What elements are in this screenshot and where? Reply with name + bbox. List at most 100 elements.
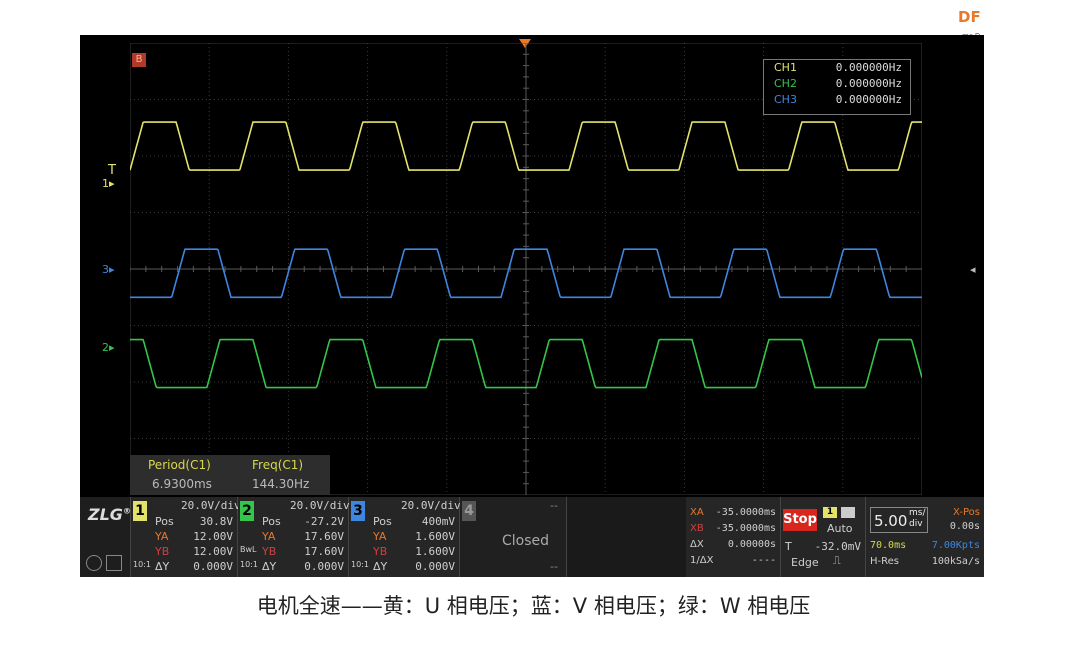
ch2-number: 2 xyxy=(240,501,254,521)
period-label: Period(C1) xyxy=(148,458,211,472)
screenshot-icon[interactable] xyxy=(106,555,122,571)
ch4-number: 4 xyxy=(462,501,476,521)
scroll-right-icon[interactable]: ◂ xyxy=(970,263,976,276)
ch1-probe: 10:1 xyxy=(133,560,151,569)
ch3-dy-label: ΔY xyxy=(373,560,388,573)
trigger-panel[interactable]: Stop 1 Auto T -32.0mV Edge ⎍ xyxy=(781,497,866,577)
freq-value: 0.000000Hz xyxy=(835,77,902,90)
freq-label: CH1 xyxy=(774,61,797,74)
ch3-yb-label: YB xyxy=(373,545,388,558)
freq-value: 144.30Hz xyxy=(252,477,310,491)
ch1-marker-label: 1 xyxy=(102,177,109,190)
ch2-dy-label: ΔY xyxy=(262,560,277,573)
trigger-t-label: T xyxy=(785,540,792,553)
inv-dx-label: 1/ΔX xyxy=(690,555,714,566)
ch2-yb-label: YB xyxy=(262,545,277,558)
ch2-ya-value: 17.60V xyxy=(304,530,344,543)
freq-label: CH3 xyxy=(774,93,797,106)
timebase-unit-top: ms/ xyxy=(909,508,926,518)
cursor-panel[interactable]: XA -35.0000ms XB -35.0000ms ΔX 0.00000s … xyxy=(686,497,781,577)
arrow-right-icon: ▸ xyxy=(109,177,115,190)
acq-mode: H-Res xyxy=(870,556,899,567)
ch4-status: Closed xyxy=(502,533,550,549)
freq-row-ch3: CH3 0.000000Hz xyxy=(764,92,910,108)
timebase-box[interactable]: 5.00 ms/ div xyxy=(870,507,928,533)
ch3-ya-label: YA xyxy=(373,530,387,543)
freq-label: CH2 xyxy=(774,77,797,90)
zlg-logo-icon: ZLG® xyxy=(88,505,131,524)
ch3-settings-panel[interactable]: 3 20.0V/div Pos 400mV YA 1.600V YB 1.600… xyxy=(349,497,461,577)
ch2-bwl: BwL xyxy=(240,545,257,554)
figure-caption: 电机全速——黄：U 相电压；蓝：V 相电压；绿：W 相电压 xyxy=(256,594,811,618)
ch1-yb-value: 12.00V xyxy=(193,545,233,558)
ch2-level-marker[interactable]: 2▸ xyxy=(102,341,115,354)
arrow-right-icon: ▸ xyxy=(109,263,115,276)
xb-value: -35.0000ms xyxy=(715,523,776,534)
run-stop-button[interactable]: Stop xyxy=(783,509,817,531)
dx-value: 0.00000s xyxy=(727,539,776,550)
xa-value: -35.0000ms xyxy=(715,507,776,518)
ch2-dy-value: 0.000V xyxy=(304,560,344,573)
watermark-logo: DF xyxy=(958,8,981,26)
freq-label: Freq(C1) xyxy=(252,458,304,472)
ch3-ya-value: 1.600V xyxy=(415,530,455,543)
timebase-value: 5.00 xyxy=(874,512,908,530)
touch-icon[interactable] xyxy=(86,555,102,571)
ch4-dash-top: -- xyxy=(550,499,558,512)
trigger-menu-icon[interactable] xyxy=(841,507,855,518)
trigger-level: -32.0mV xyxy=(814,540,861,553)
ch3-probe: 10:1 xyxy=(351,560,369,569)
oscilloscope-display: B T 1▸ 3▸ 2▸ ◂ CH1 0.000000Hz CH2 0.0000… xyxy=(80,35,984,577)
trigger-type: Edge xyxy=(791,556,819,569)
ch4-dash-bottom: -- xyxy=(550,560,558,573)
xpos-label: X-Pos xyxy=(953,507,980,518)
ch3-number: 3 xyxy=(351,501,365,521)
ch1-pos-label: Pos xyxy=(155,515,174,528)
ch3-dy-value: 0.000V xyxy=(415,560,455,573)
ch2-pos-label: Pos xyxy=(262,515,281,528)
brand-panel: ZLG® xyxy=(80,497,131,577)
ch2-ya-label: YA xyxy=(262,530,276,543)
ch1-pos-value: 30.8V xyxy=(199,515,233,528)
ch1-level-marker[interactable]: 1▸ xyxy=(102,177,115,190)
trigger-mode: Auto xyxy=(827,522,853,535)
ch1-dy-label: ΔY xyxy=(155,560,170,573)
ch3-scale: 20.0V/div xyxy=(401,499,461,512)
inv-dx-value: ---- xyxy=(751,555,776,566)
timebase-panel[interactable]: 5.00 ms/ div X-Pos 0.00s 70.0ms 7.00Kpts… xyxy=(866,497,984,577)
trigger-source: 1 xyxy=(823,507,837,518)
ch1-dy-value: 0.000V xyxy=(193,560,233,573)
freq-value: 0.000000Hz xyxy=(835,61,902,74)
xb-label: XB xyxy=(690,523,704,534)
measurement-panel[interactable]: Period(C1) Freq(C1) 6.9300ms 144.30Hz xyxy=(130,455,330,495)
ch4-settings-panel[interactable]: 4 -- Closed -- xyxy=(460,497,567,577)
ch3-pos-label: Pos xyxy=(373,515,392,528)
sample-rate: 100kSa/s xyxy=(931,556,980,567)
ch2-settings-panel[interactable]: 2 20.0V/div Pos -27.2V YA 17.60V BwL YB … xyxy=(238,497,350,577)
ch3-pos-value: 400mV xyxy=(421,515,455,528)
freq-value: 0.000000Hz xyxy=(835,93,902,106)
ch1-trigger-marker[interactable]: T xyxy=(108,163,116,178)
ch1-yb-label: YB xyxy=(155,545,170,558)
xa-label: XA xyxy=(690,507,704,518)
ch2-pos-value: -27.2V xyxy=(304,515,344,528)
ch3-marker-label: 3 xyxy=(102,263,109,276)
dx-label: ΔX xyxy=(690,539,704,550)
ch1-settings-panel[interactable]: 1 20.0V/div Pos 30.8V YA 12.00V YB 12.00… xyxy=(131,497,241,577)
frequency-counter: CH1 0.000000Hz CH2 0.000000Hz CH3 0.0000… xyxy=(763,59,911,115)
ch2-marker-label: 2 xyxy=(102,341,109,354)
memory-depth: 7.00Kpts xyxy=(931,540,980,551)
freq-row-ch1: CH1 0.000000Hz xyxy=(764,60,910,76)
ch2-yb-value: 17.60V xyxy=(304,545,344,558)
ch1-number: 1 xyxy=(133,501,147,521)
ch2-probe: 10:1 xyxy=(240,560,258,569)
ch3-level-marker[interactable]: 3▸ xyxy=(102,263,115,276)
xpos-value: 0.00s xyxy=(949,521,980,532)
freq-row-ch2: CH2 0.000000Hz xyxy=(764,76,910,92)
ch3-yb-value: 1.600V xyxy=(415,545,455,558)
ch1-ya-value: 12.00V xyxy=(193,530,233,543)
period-value: 6.9300ms xyxy=(152,477,212,491)
ch1-ya-label: YA xyxy=(155,530,169,543)
delay-value: 70.0ms xyxy=(870,540,907,551)
ch1-scale: 20.0V/div xyxy=(181,499,241,512)
